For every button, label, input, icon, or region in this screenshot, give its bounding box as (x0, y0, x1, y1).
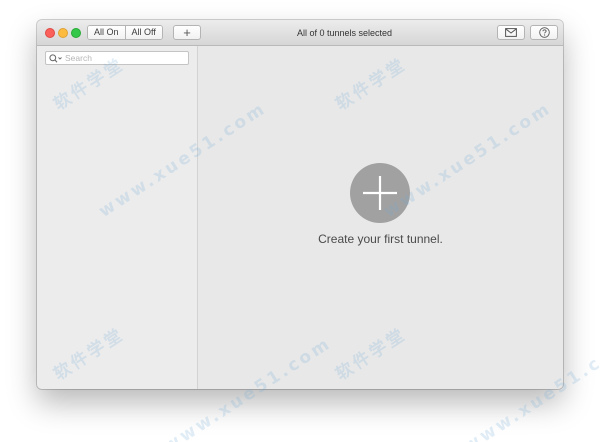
all-on-button[interactable]: All On (88, 26, 125, 39)
all-toggle-segmented-control: All On All Off (87, 25, 163, 40)
add-tunnel-button[interactable]: + (173, 25, 201, 40)
close-icon[interactable] (45, 28, 55, 38)
window-title: All of 0 tunnels selected (296, 28, 393, 38)
app-window: All On All Off + All of 0 tunnels select… (37, 20, 563, 389)
create-tunnel-button[interactable] (350, 163, 410, 223)
minimize-icon[interactable] (58, 28, 68, 38)
zoom-icon[interactable] (71, 28, 81, 38)
envelope-icon (505, 28, 517, 37)
search-field[interactable] (45, 51, 189, 65)
feedback-button[interactable] (497, 25, 525, 40)
search-input[interactable] (65, 52, 185, 64)
empty-state-message: Create your first tunnel. (318, 232, 443, 246)
help-button[interactable] (530, 25, 558, 40)
plus-icon: + (183, 25, 191, 40)
plus-circle-icon (363, 176, 397, 210)
all-off-button[interactable]: All Off (124, 26, 162, 39)
title-bar: All On All Off + All of 0 tunnels select… (37, 20, 563, 46)
question-icon (538, 27, 550, 38)
magnifier-icon[interactable] (47, 52, 65, 64)
screen: All On All Off + All of 0 tunnels select… (0, 0, 600, 442)
main-content: Create your first tunnel. (198, 46, 563, 389)
sidebar (37, 46, 198, 389)
